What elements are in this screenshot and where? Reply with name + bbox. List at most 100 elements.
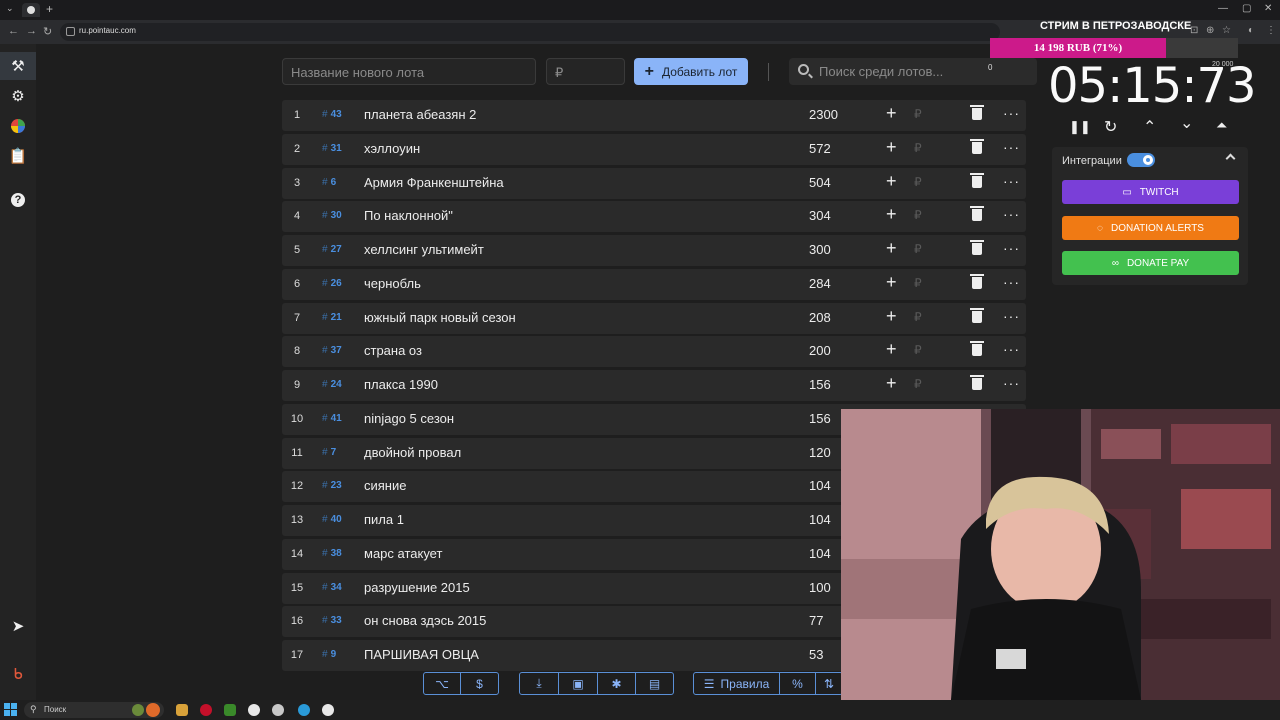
reload-button[interactable]: ↻ (43, 25, 52, 38)
add-amount-button[interactable]: + (886, 204, 897, 225)
rules-button[interactable]: ☰ Правила (694, 673, 780, 694)
lot-name[interactable]: чернобль (364, 276, 421, 291)
amount-currency-input[interactable]: ₽ (914, 107, 922, 121)
lot-name[interactable]: марс атакует (364, 546, 442, 561)
obs-icon[interactable] (272, 704, 284, 716)
timer-down-button[interactable]: ⌄ (1180, 113, 1193, 133)
more-options-icon[interactable]: ··· (1003, 105, 1020, 121)
file-explorer-icon[interactable] (176, 704, 188, 716)
zoom-icon[interactable]: ⊕ (1206, 25, 1214, 36)
close-icon[interactable]: ✕ (1264, 3, 1272, 14)
more-options-icon[interactable]: ··· (1003, 240, 1020, 256)
lot-search-input[interactable]: Поиск среди лотов... (789, 58, 1037, 85)
lot-name[interactable]: планета абеазян 2 (364, 107, 476, 122)
lot-id[interactable]: #34 (322, 582, 342, 593)
delete-lot-icon[interactable] (970, 375, 984, 390)
auction-gavel-icon[interactable]: ⚒ (0, 52, 36, 80)
delete-lot-icon[interactable] (970, 105, 984, 120)
windows-start-icon[interactable] (4, 703, 18, 717)
lot-name[interactable]: он снова здэсь 2015 (364, 613, 486, 628)
forward-button[interactable]: → (26, 25, 37, 37)
clipboard-icon[interactable]: 📋 (0, 142, 36, 170)
telegram-icon[interactable]: ➤ (0, 612, 36, 640)
lot-id[interactable]: #9 (322, 649, 336, 660)
lot-id[interactable]: #24 (322, 379, 342, 390)
amount-currency-input[interactable]: ₽ (914, 377, 922, 391)
lot-id[interactable]: #33 (322, 615, 342, 626)
amount-currency-input[interactable]: ₽ (914, 310, 922, 324)
lot-name[interactable]: плакса 1990 (364, 377, 438, 392)
add-amount-button[interactable]: + (886, 272, 897, 293)
save-icon[interactable]: ▣ (559, 673, 598, 694)
delete-lot-icon[interactable] (970, 341, 984, 357)
lot-amount-input[interactable]: ₽ (546, 58, 625, 85)
lot-row[interactable]: 7 #21 южный парк новый сезон 208 + ₽ ··· (282, 302, 1026, 334)
github-icon[interactable]: ⌥ (424, 673, 461, 694)
lot-row[interactable]: 6 #26 чернобль 284 + ₽ ··· (282, 268, 1026, 300)
delete-lot-icon[interactable] (970, 240, 984, 255)
lot-id[interactable]: #23 (322, 480, 342, 491)
more-options-icon[interactable]: ··· (1003, 308, 1020, 324)
download-icon[interactable]: ⤓ (520, 673, 559, 694)
lot-id[interactable]: #26 (322, 278, 342, 289)
reset-timer-button[interactable]: ↻ (1104, 117, 1117, 137)
site-info-icon[interactable] (66, 27, 75, 36)
lot-id[interactable]: #21 (322, 312, 342, 323)
delete-lot-icon[interactable] (970, 138, 984, 154)
lot-name[interactable]: разрушение 2015 (364, 580, 470, 595)
chrome-icon-2[interactable] (322, 704, 334, 716)
add-amount-button[interactable]: + (886, 373, 897, 394)
help-icon[interactable]: ? (0, 186, 36, 214)
add-amount-button[interactable]: + (886, 238, 897, 259)
amount-currency-input[interactable]: ₽ (914, 242, 922, 256)
lot-row[interactable]: 1 #43 планета абеазян 2 2300 + ₽ ··· (282, 100, 1026, 131)
amount-currency-input[interactable]: ₽ (914, 276, 922, 290)
add-amount-button[interactable]: + (886, 103, 897, 124)
timer-upper-button[interactable]: ⏶ (1216, 117, 1227, 134)
lot-id[interactable]: #7 (322, 447, 336, 458)
pause-button[interactable]: ❚❚ (1069, 119, 1091, 135)
lot-name[interactable]: хэллоуин (364, 141, 420, 156)
minimize-icon[interactable]: — (1218, 3, 1228, 14)
lot-row[interactable]: 8 #37 страна оз 200 + ₽ ··· (282, 336, 1026, 368)
sort-icon[interactable]: ⇅ (816, 673, 842, 694)
settings-gear-icon[interactable]: ⚙ (0, 82, 36, 110)
browser-tab[interactable] (22, 3, 40, 17)
minecraft-icon[interactable] (224, 704, 236, 716)
opera-icon[interactable] (200, 704, 212, 716)
lot-name[interactable]: страна оз (364, 343, 422, 358)
more-options-icon[interactable]: ··· (1003, 173, 1020, 189)
timer-up-button[interactable]: ⌃ (1143, 117, 1156, 137)
add-lot-button[interactable]: + Добавить лот (634, 58, 748, 85)
delete-lot-icon[interactable] (970, 307, 984, 323)
chevron-up-icon[interactable] (1225, 153, 1236, 164)
lot-name[interactable]: южный парк новый сезон (364, 310, 516, 325)
donate-dollar-icon[interactable]: $ (461, 673, 498, 694)
lot-name[interactable]: Армия Франкенштейна (364, 175, 504, 190)
lot-id[interactable]: #40 (322, 514, 342, 525)
percent-button[interactable]: % (780, 673, 816, 694)
lot-id[interactable]: #41 (322, 413, 342, 424)
donation-alerts-button[interactable]: ◌ DONATION ALERTS (1062, 216, 1239, 240)
lot-name[interactable]: двойной провал (364, 445, 461, 460)
clear-list-icon[interactable]: ▤ (636, 673, 673, 694)
lot-id[interactable]: #31 (322, 143, 342, 154)
lot-row[interactable]: 5 #27 хеллсинг ультимейт 300 + ₽ ··· (282, 235, 1026, 266)
taskbar-search[interactable]: ⚲ Поиск (24, 702, 164, 718)
lot-name[interactable]: По наклонной" (364, 208, 453, 223)
back-button[interactable]: ← (8, 25, 19, 37)
lot-name[interactable]: ПАРШИВАЯ ОВЦА (364, 647, 479, 662)
lot-name[interactable]: хеллсинг ультимейт (364, 242, 484, 257)
lot-row[interactable]: 2 #31 хэллоуин 572 + ₽ ··· (282, 133, 1026, 165)
lot-name-input[interactable]: Название нового лота (282, 58, 536, 85)
more-options-icon[interactable]: ··· (1003, 274, 1020, 290)
lot-name[interactable]: пила 1 (364, 512, 404, 527)
lot-id[interactable]: #43 (322, 109, 342, 120)
lot-id[interactable]: #6 (322, 177, 336, 188)
bookmark-star-icon[interactable]: ☆ (1222, 25, 1231, 36)
add-amount-button[interactable]: + (886, 306, 897, 327)
delete-lot-icon[interactable] (970, 273, 984, 289)
more-options-icon[interactable]: ··· (1003, 341, 1020, 357)
more-options-icon[interactable]: ··· (1003, 375, 1020, 391)
url-field[interactable]: ru.pointauc.com (60, 23, 1000, 41)
